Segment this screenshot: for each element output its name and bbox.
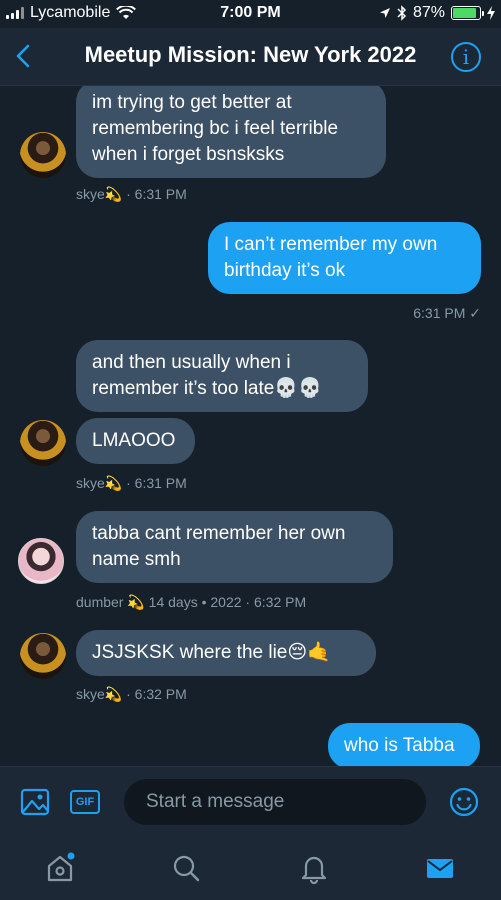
- message-text: I can’t remember my own birthday it’s ok: [224, 234, 438, 281]
- messages-icon: [427, 859, 453, 878]
- message-meta: skye💫 · 6:31 PM: [76, 475, 187, 491]
- image-icon: [20, 788, 50, 816]
- tab-search[interactable]: [170, 852, 202, 884]
- charging-icon: [487, 6, 495, 20]
- bluetooth-icon: [397, 5, 407, 21]
- message-meta: 6:31 PM ✓: [413, 305, 481, 321]
- avatar-skye[interactable]: [20, 633, 66, 679]
- message-text: im trying to get better at remembering b…: [92, 92, 339, 165]
- notifications-icon: [301, 856, 327, 885]
- message-input[interactable]: [124, 779, 426, 825]
- tab-notifications[interactable]: [298, 852, 330, 885]
- message-text: JSJSKSK where the lie😔🤙: [92, 642, 331, 663]
- message-bubble-incoming[interactable]: tabba cant remember her own name smh: [76, 511, 393, 583]
- message-meta: skye💫 · 6:31 PM: [76, 186, 187, 202]
- avatar-dumber[interactable]: [18, 538, 64, 584]
- battery-percent: 87%: [412, 4, 445, 21]
- tab-messages[interactable]: [424, 852, 456, 884]
- message-bubble-outgoing[interactable]: I can’t remember my own birthday it’s ok: [208, 222, 481, 294]
- avatar-skye[interactable]: [20, 420, 66, 466]
- message-bubble-incoming[interactable]: LMAOOO: [76, 418, 195, 464]
- message-composer: GIF: [0, 766, 501, 836]
- message-list[interactable]: im trying to get better at remembering b…: [0, 86, 501, 766]
- info-icon: i: [462, 45, 470, 69]
- info-button[interactable]: i: [451, 42, 481, 72]
- message-text: who is Tabba: [344, 735, 455, 756]
- message-meta: skye💫 · 6:32 PM: [76, 686, 187, 702]
- message-bubble-incoming[interactable]: and then usually when i remember it’s to…: [76, 340, 368, 412]
- message-bubble-incoming[interactable]: JSJSKSK where the lie😔🤙: [76, 630, 376, 676]
- tab-home[interactable]: [44, 852, 76, 884]
- message-text: and then usually when i remember it’s to…: [92, 352, 322, 399]
- home-icon: [47, 852, 75, 882]
- emoji-button[interactable]: [448, 786, 480, 823]
- status-right: 87%: [379, 4, 495, 22]
- image-button[interactable]: [20, 787, 50, 822]
- message-bubble-incoming[interactable]: im trying to get better at remembering b…: [76, 86, 386, 178]
- message-bubble-outgoing[interactable]: who is Tabba: [328, 723, 480, 766]
- location-icon: [379, 8, 390, 18]
- emoji-icon: [449, 787, 479, 817]
- search-icon: [173, 855, 200, 882]
- battery-icon: [451, 6, 484, 20]
- message-text: LMAOOO: [92, 430, 176, 451]
- tab-bar: [0, 836, 501, 900]
- message-text: tabba cant remember her own name smh: [92, 523, 346, 570]
- conversation-title[interactable]: Meetup Mission: New York 2022: [0, 42, 501, 68]
- battery-level: [453, 8, 476, 18]
- message-meta: dumber 💫 14 days • 2022 · 6:32 PM: [76, 594, 307, 610]
- avatar-skye[interactable]: [20, 132, 66, 178]
- gif-button[interactable]: GIF: [70, 790, 100, 814]
- conversation-header: Meetup Mission: New York 2022 i: [0, 28, 501, 86]
- status-bar: Lycamobile 7:00 PM 87%: [0, 0, 501, 28]
